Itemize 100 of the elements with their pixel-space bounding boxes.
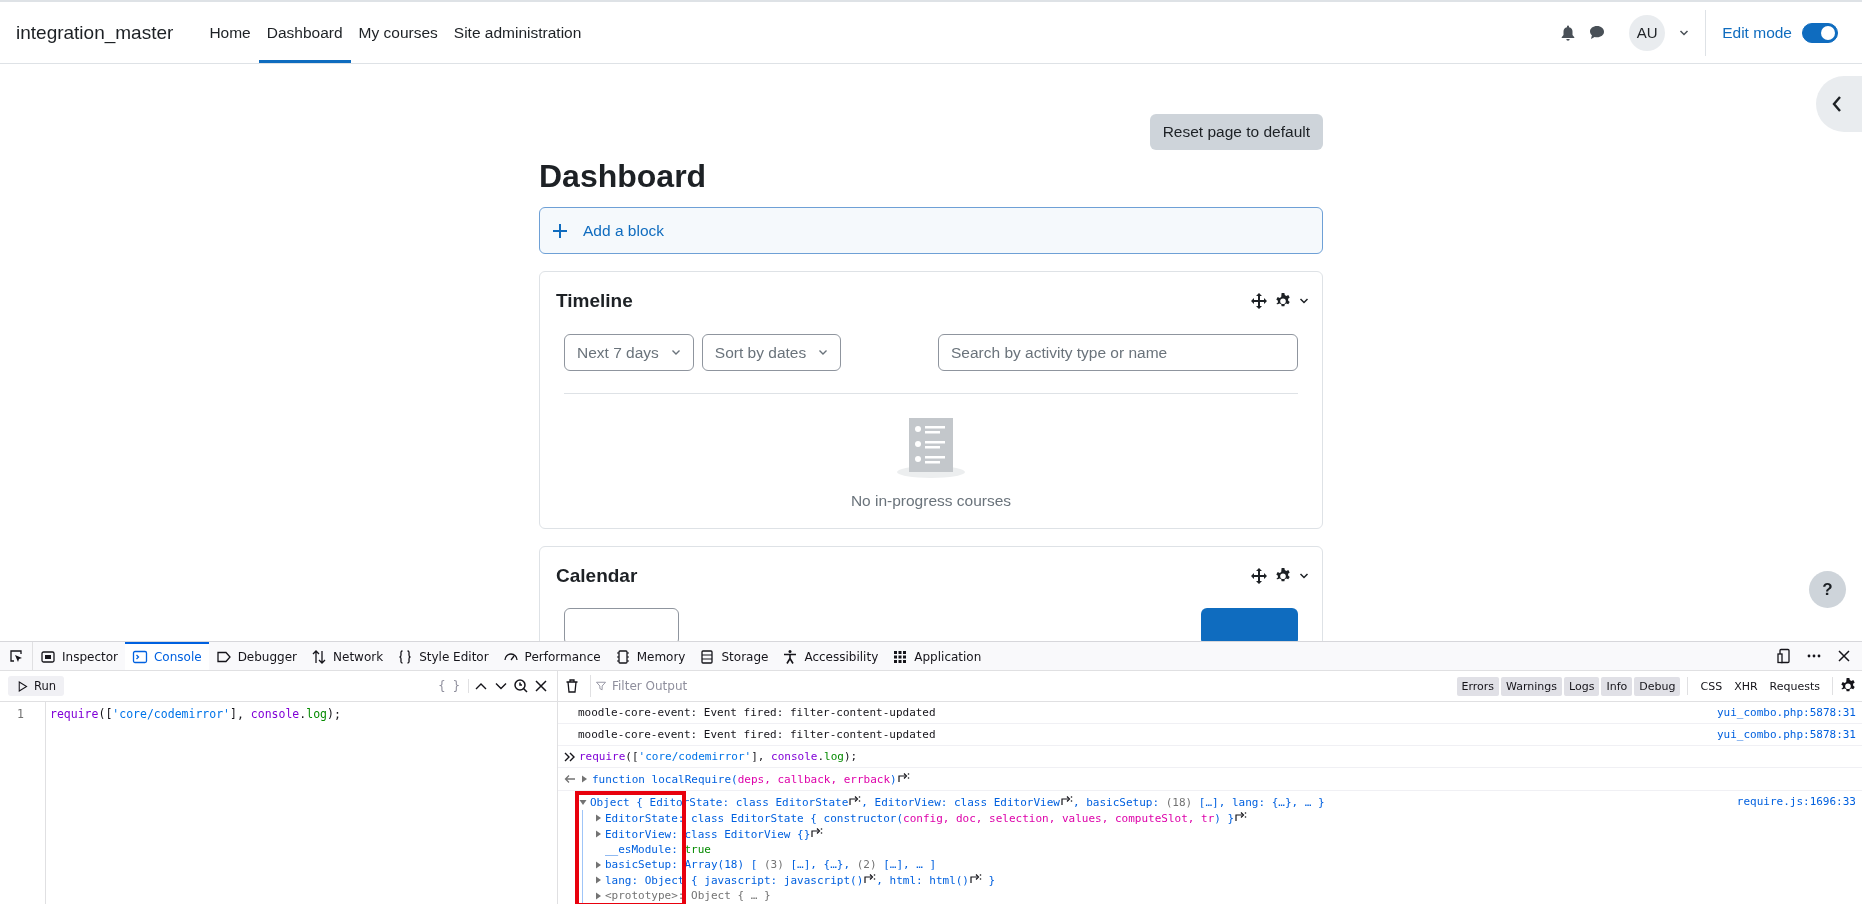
chat-icon[interactable] <box>1589 25 1606 40</box>
log-level-toggle[interactable]: Info <box>1601 676 1633 696</box>
edit-mode-toggle[interactable] <box>1802 22 1838 43</box>
settings-icon[interactable] <box>1275 293 1291 309</box>
jump-icon[interactable] <box>896 771 910 783</box>
nav-link[interactable]: Site administration <box>445 2 590 63</box>
braces-icon <box>397 649 414 665</box>
request-filter-toggle[interactable]: CSS <box>1695 676 1728 696</box>
jump-icon[interactable] <box>848 794 862 806</box>
log-level-toggle[interactable]: Errors <box>1456 676 1500 696</box>
property-text: EditorView: class EditorView {} <box>605 826 824 842</box>
devtools-tab[interactable]: Network <box>304 642 391 670</box>
log-level-toggle[interactable]: Logs <box>1564 676 1600 696</box>
source-link[interactable]: yui_combo.php:5878:31 <box>1716 727 1856 742</box>
prompt-chevrons-icon <box>564 751 576 762</box>
collapsed-triangle-icon[interactable] <box>593 813 603 823</box>
devtools-tab[interactable]: Debugger <box>208 642 305 670</box>
caret-icon[interactable] <box>1299 572 1309 580</box>
grid-icon <box>892 649 909 665</box>
caret-icon <box>670 349 681 356</box>
devtools-tab[interactable]: Memory <box>607 642 693 670</box>
devtools-tab[interactable]: Console <box>125 642 209 670</box>
property-text: basicSetup: Array(18) [ (3) […], {…}, (2) […], … ] <box>605 857 937 872</box>
jump-icon[interactable] <box>1234 810 1248 822</box>
filter-dropdown[interactable]: Next 7 days <box>564 334 694 371</box>
property-text: EditorState: class EditorState { constructor(config, doc, selection, values, computeSlot, tr) } <box>605 810 1248 826</box>
bell-icon[interactable] <box>1561 24 1576 41</box>
caret-icon <box>818 349 829 356</box>
chevron-left-icon <box>1831 95 1843 113</box>
settings-icon[interactable] <box>1840 678 1856 694</box>
settings-icon[interactable] <box>1275 568 1291 584</box>
caret-icon[interactable] <box>1679 28 1690 37</box>
run-button[interactable]: Run <box>8 676 65 696</box>
close-icon[interactable] <box>1836 648 1852 664</box>
move-icon[interactable] <box>1251 293 1267 309</box>
filter-field[interactable]: Filter Output <box>612 679 852 693</box>
move-icon[interactable] <box>1251 568 1267 584</box>
accessibility-icon <box>782 649 799 665</box>
plus-icon <box>553 223 567 238</box>
collapsed-triangle-icon[interactable] <box>579 774 589 784</box>
log-message: moodle-core-event: Event fired: filter-content-updated <box>577 727 937 742</box>
source-link[interactable]: yui_combo.php:5878:31 <box>1716 705 1856 720</box>
jump-icon[interactable] <box>969 872 982 884</box>
console-icon <box>132 649 148 665</box>
debugger-icon <box>215 649 232 665</box>
result-text: function localRequire(deps, callback, errback) <box>592 771 910 787</box>
add-block-button[interactable]: Add a block <box>539 207 1323 254</box>
log-level-toggle[interactable]: Warnings <box>1501 676 1563 696</box>
history-search-icon[interactable] <box>513 678 529 694</box>
inspector-icon <box>40 649 56 665</box>
user-avatar[interactable]: AU <box>1629 14 1666 51</box>
storage-icon <box>699 649 716 665</box>
nav-link[interactable]: My courses <box>350 2 446 63</box>
jump-icon[interactable] <box>810 826 824 838</box>
devtools-tab[interactable]: Application <box>885 642 989 670</box>
source-link[interactable]: require.js:1696:33 <box>1736 794 1856 809</box>
reset-button[interactable]: Reset page to default <box>1149 114 1323 150</box>
devtools-tab[interactable]: Style Editor <box>390 642 496 670</box>
help-button[interactable]: ? <box>1809 571 1846 608</box>
play-icon <box>16 679 29 693</box>
trash-icon[interactable] <box>564 678 580 694</box>
network-icon <box>311 649 328 665</box>
caret-icon[interactable] <box>1299 297 1309 305</box>
nav-link[interactable]: Dashboard <box>258 2 351 63</box>
drawer-toggle[interactable] <box>1816 76 1862 132</box>
jump-icon[interactable] <box>863 872 877 884</box>
nav-link[interactable]: Home <box>201 2 259 63</box>
chip-icon <box>614 649 631 665</box>
page-title: Dashboard <box>539 158 708 195</box>
request-filter-toggle[interactable]: Requests <box>1764 676 1825 696</box>
close-icon[interactable] <box>533 678 549 694</box>
expanded-triangle-icon[interactable] <box>578 797 588 807</box>
property-text: <prototype>: Object { … } <box>605 888 771 903</box>
collapsed-triangle-icon[interactable] <box>593 875 603 885</box>
code-line[interactable]: require(['core/codemirror'], console.log); <box>50 707 341 722</box>
devtools-tab[interactable]: Inspector <box>33 642 125 670</box>
command-text: require(['core/codemirror'], console.log); <box>579 749 858 764</box>
collapsed-triangle-icon[interactable] <box>593 859 603 870</box>
jump-icon[interactable] <box>1059 794 1073 806</box>
property-text: __esModule: true <box>605 842 711 857</box>
edit-mode-label: Edit mode <box>1722 23 1792 42</box>
log-level-toggle[interactable]: Debug <box>1634 676 1681 696</box>
devtools-tab[interactable]: Accessibility <box>775 642 886 670</box>
element-picker-icon[interactable] <box>8 648 24 664</box>
request-filter-toggle[interactable]: XHR <box>1729 676 1763 696</box>
search-field[interactable]: Search by activity type or name <box>938 334 1298 371</box>
collapsed-triangle-icon[interactable] <box>593 829 603 839</box>
filter-dropdown[interactable]: Sort by dates <box>701 334 842 371</box>
log-message: moodle-core-event: Event fired: filter-content-updated <box>577 705 937 720</box>
property-text: lang: Object { javascript: javascript() , html: html() } <box>605 872 996 888</box>
block-title: Timeline <box>556 290 633 312</box>
responsive-design-icon[interactable] <box>1776 648 1792 664</box>
devtools-tab[interactable]: Performance <box>495 642 608 670</box>
collapsed-triangle-icon[interactable] <box>593 890 603 901</box>
empty-message: No in-progress courses <box>850 492 1012 510</box>
block-title: Calendar <box>556 565 638 587</box>
site-name[interactable]: integration_master <box>16 2 174 63</box>
funnel-icon <box>595 680 607 692</box>
line-number: 1 <box>16 707 25 722</box>
devtools-tab[interactable]: Storage <box>692 642 776 670</box>
